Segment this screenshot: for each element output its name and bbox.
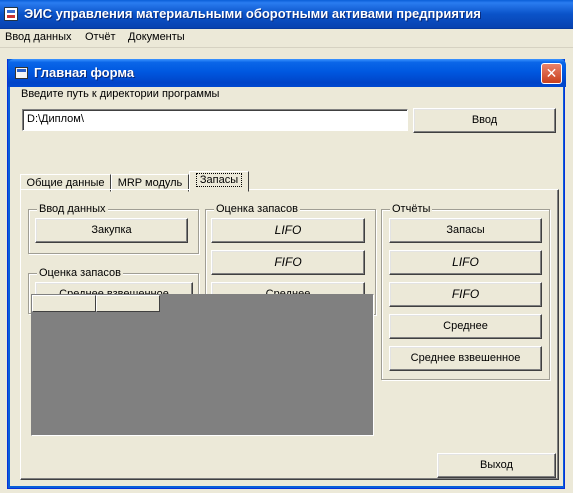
lifo-report-button[interactable]: LIFO: [389, 250, 542, 275]
menu-data-input[interactable]: Ввод данных: [5, 31, 72, 43]
app-titlebar: ЭИС управления материальными оборотными …: [0, 0, 573, 29]
tab-stocks[interactable]: Запасы: [189, 171, 249, 192]
group-stock-eval-label: Оценка запасов: [214, 203, 300, 215]
main-form-titlebar[interactable]: Главная форма ✕: [8, 59, 566, 87]
stock-report-button[interactable]: Запасы: [389, 218, 542, 243]
path-input[interactable]: D:\Диплом\: [22, 109, 408, 131]
main-form-title: Главная форма: [34, 65, 135, 80]
group-reports-label: Отчёты: [390, 203, 433, 215]
main-form-window: Главная форма ✕ Введите путь к директори…: [7, 59, 566, 489]
app-window-icon[interactable]: [4, 7, 18, 21]
menubar: Ввод данных Отчёт Документы: [0, 29, 573, 48]
lifo-eval-button[interactable]: LIFO: [211, 218, 365, 243]
form-window-icon: [15, 67, 28, 79]
grid-header-cell[interactable]: [96, 295, 160, 312]
close-button[interactable]: ✕: [541, 63, 562, 84]
purchase-button[interactable]: Закупка: [35, 218, 188, 243]
weighted-avg-report-button[interactable]: Среднее взвешенное: [389, 346, 542, 371]
tab-stocks-label: Запасы: [195, 173, 243, 187]
enter-button[interactable]: Ввод: [413, 108, 556, 133]
path-label: Введите путь к директории программы: [21, 88, 220, 100]
fifo-report-button[interactable]: FIFO: [389, 282, 542, 307]
group-data-input-label: Ввод данных: [37, 203, 108, 215]
fifo-eval-button[interactable]: FIFO: [211, 250, 365, 275]
average-report-button[interactable]: Среднее: [389, 314, 542, 339]
main-form-body: Введите путь к директории программы D:\Д…: [11, 87, 563, 486]
group-stock-eval-small-label: Оценка запасов: [37, 267, 123, 279]
grid-header-cell[interactable]: [32, 295, 96, 312]
menu-report[interactable]: Отчёт: [85, 31, 115, 43]
menu-documents[interactable]: Документы: [128, 31, 185, 43]
exit-button[interactable]: Выход: [437, 453, 556, 478]
tab-general-data-label: Общие данные: [26, 177, 105, 189]
app-title: ЭИС управления материальными оборотными …: [24, 6, 481, 21]
tab-mrp-module-label: MRP модуль: [117, 177, 183, 189]
data-grid[interactable]: [31, 294, 374, 436]
